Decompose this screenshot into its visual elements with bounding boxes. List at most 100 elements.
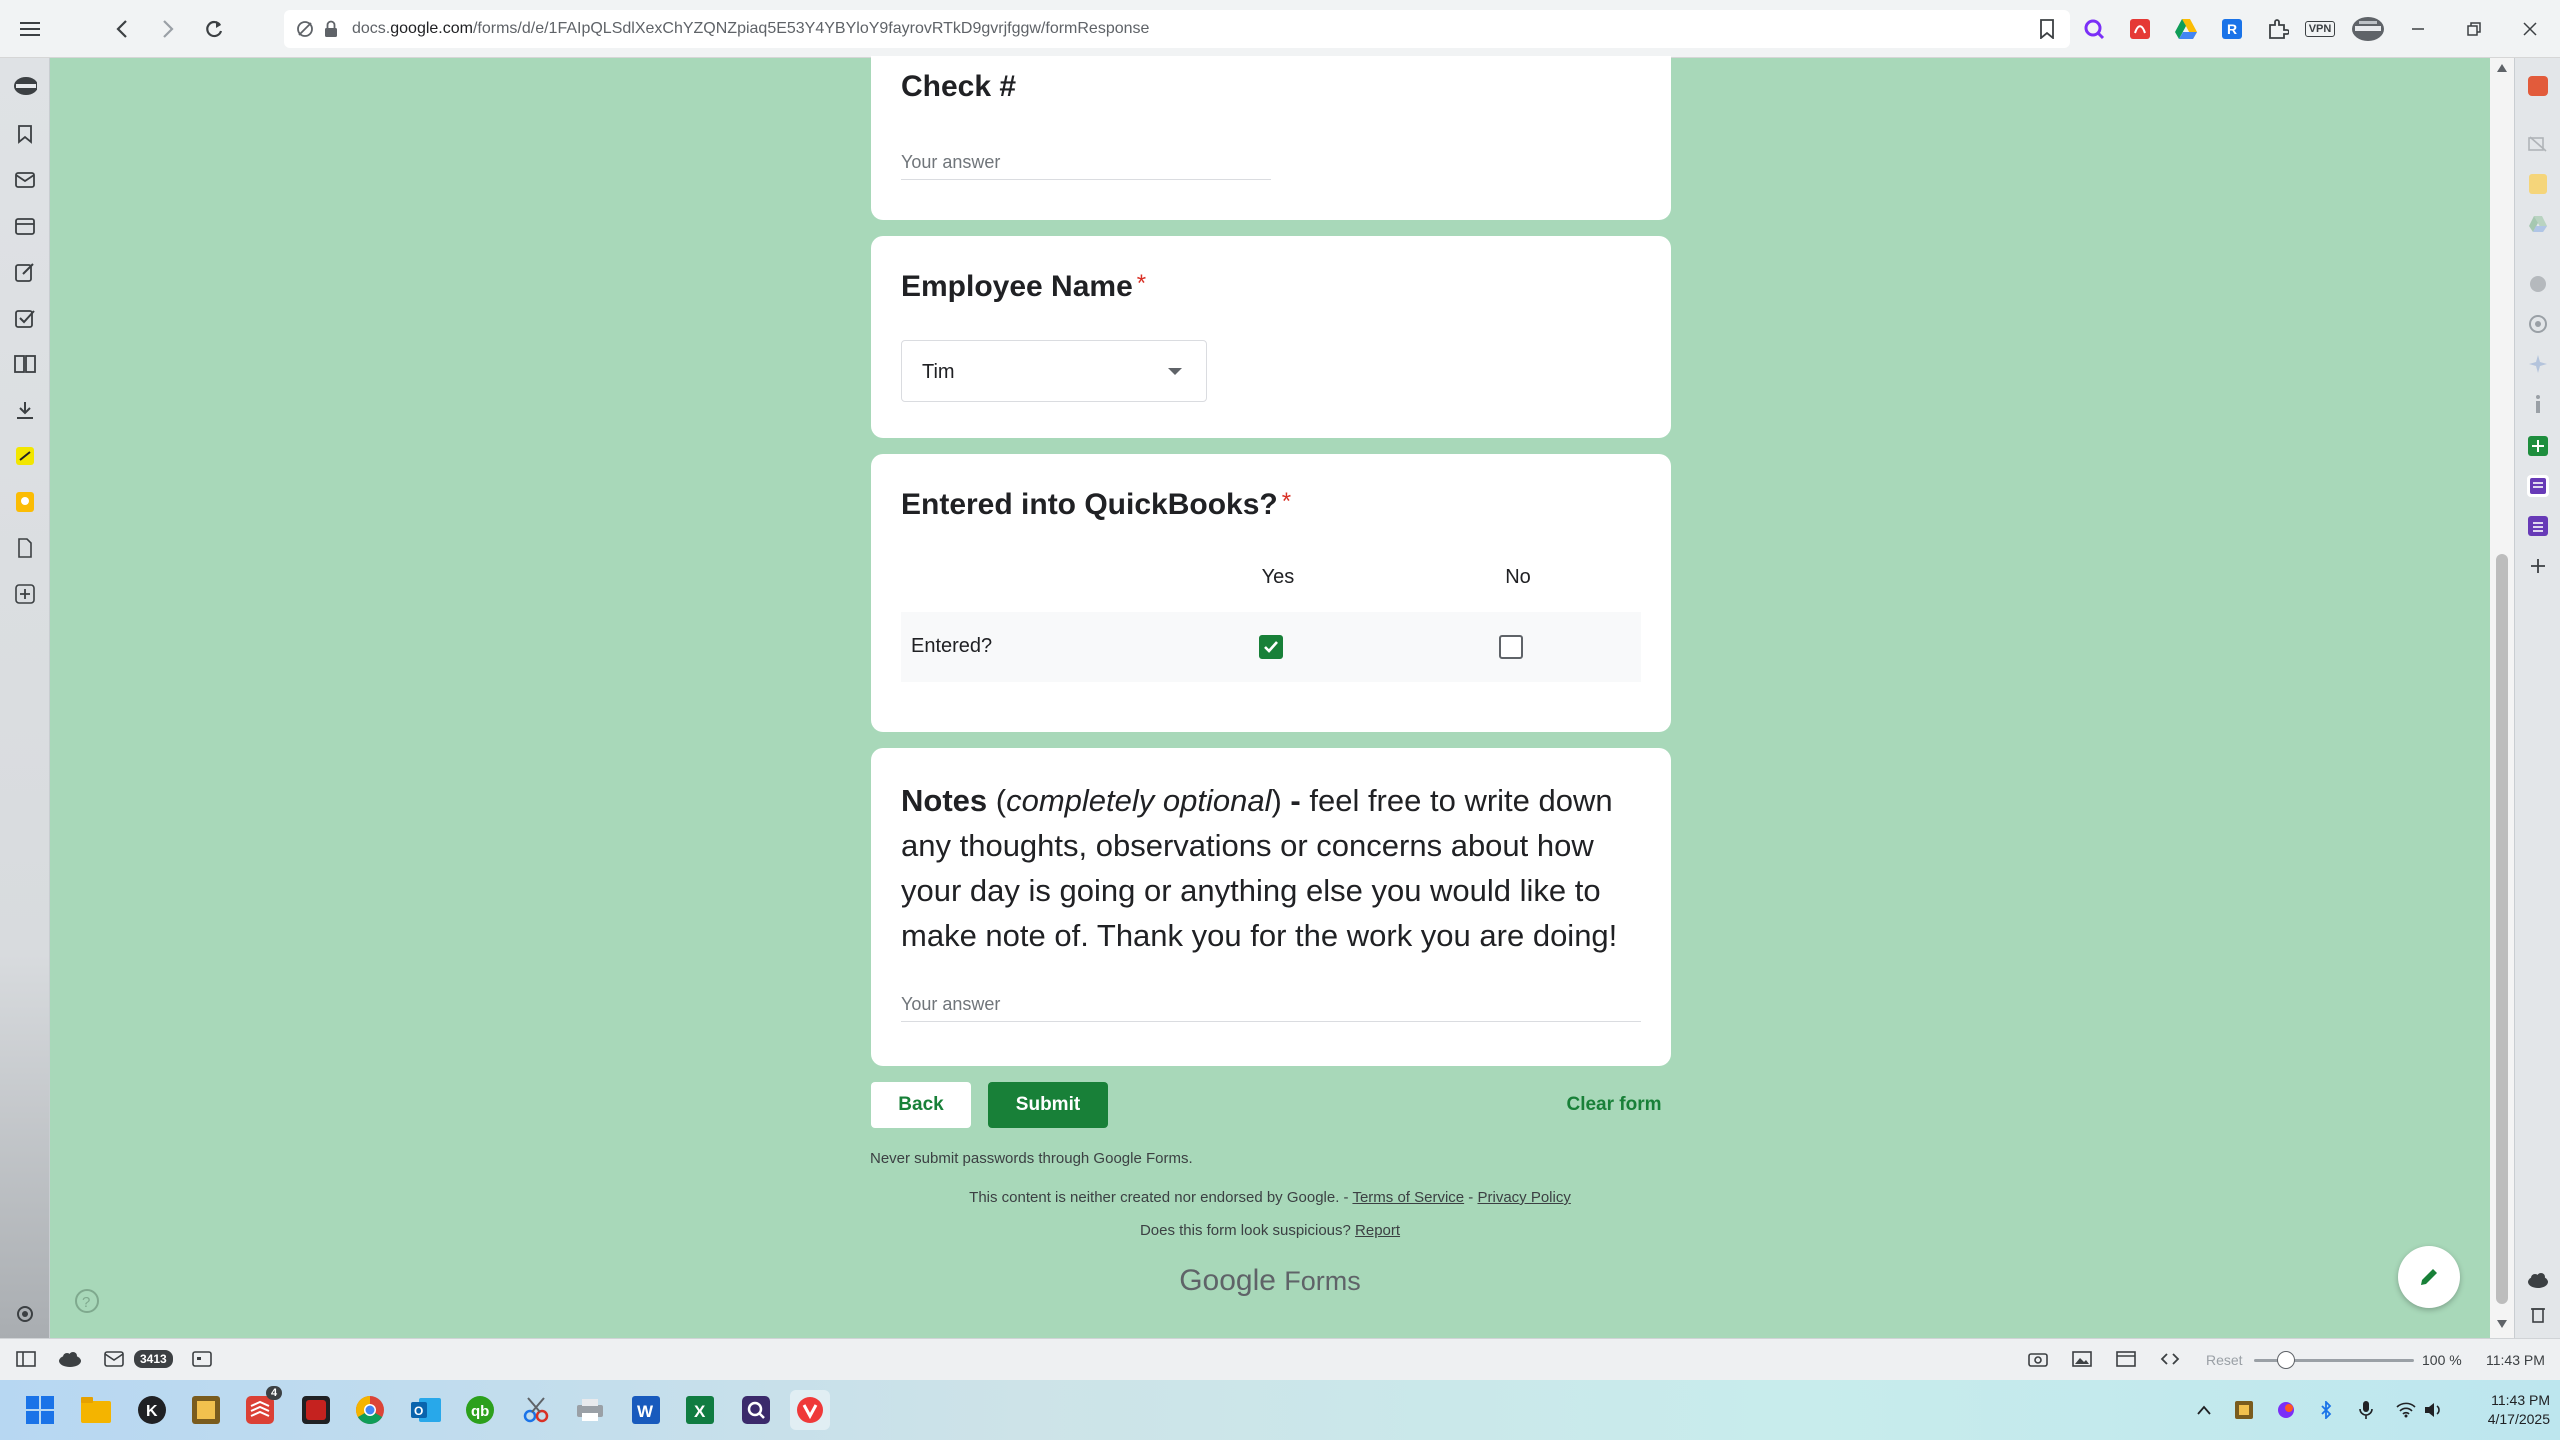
submit-button[interactable]: Submit bbox=[988, 1082, 1108, 1128]
app-todoist-icon[interactable]: 4 bbox=[240, 1386, 283, 1430]
edit-pencil-button[interactable] bbox=[2398, 1246, 2460, 1308]
extension-r-icon[interactable]: R bbox=[2218, 15, 2246, 43]
search-extension-icon[interactable] bbox=[2080, 15, 2108, 43]
panel-sparkle-icon[interactable] bbox=[2526, 352, 2550, 376]
page-tiling-icon[interactable] bbox=[2116, 1351, 2136, 1367]
scroll-down-arrow-icon[interactable] bbox=[2497, 1320, 2507, 1328]
vpn-icon[interactable]: VPN bbox=[2302, 15, 2338, 43]
sync-cloud-icon[interactable] bbox=[58, 1351, 82, 1367]
taskbar-clock[interactable]: 11:43 PM 4/17/2025 bbox=[2460, 1391, 2550, 1429]
back-nav-icon[interactable] bbox=[108, 15, 136, 43]
panel-forms-icon[interactable] bbox=[2526, 514, 2550, 538]
address-bar[interactable]: docs.google.com/forms/d/e/1FAIpQLSdlXexC… bbox=[284, 10, 2070, 48]
panel-keep-icon[interactable] bbox=[2526, 172, 2550, 196]
app-k-icon[interactable]: K bbox=[132, 1390, 172, 1430]
forward-nav-icon[interactable] bbox=[154, 15, 182, 43]
chrome-icon[interactable] bbox=[350, 1390, 390, 1430]
excel-icon[interactable]: X bbox=[680, 1390, 720, 1430]
bookmarks-icon[interactable] bbox=[13, 122, 37, 146]
minimize-icon[interactable] bbox=[2404, 15, 2432, 43]
yes-checkbox[interactable] bbox=[1259, 635, 1283, 659]
word-icon[interactable]: W bbox=[626, 1390, 666, 1430]
mail-status-icon[interactable] bbox=[104, 1351, 124, 1367]
snipping-tool-icon[interactable] bbox=[516, 1390, 556, 1430]
cloud-sync-icon[interactable] bbox=[2526, 1268, 2550, 1292]
profile-avatar-icon[interactable] bbox=[2350, 15, 2386, 43]
file-explorer-icon[interactable] bbox=[76, 1390, 116, 1430]
quickbooks-icon[interactable]: qb bbox=[460, 1390, 500, 1430]
scroll-up-arrow-icon[interactable] bbox=[2497, 64, 2507, 72]
calendar-icon[interactable] bbox=[13, 214, 37, 238]
panel-forms-active-icon[interactable] bbox=[2526, 474, 2550, 498]
panel-circle-icon[interactable] bbox=[2526, 272, 2550, 296]
panel-drive-icon[interactable] bbox=[2526, 212, 2550, 236]
notes-input[interactable]: Your answer bbox=[901, 986, 1641, 1022]
outlook-icon[interactable]: O bbox=[406, 1390, 446, 1430]
page-scrollbar[interactable] bbox=[2490, 58, 2514, 1338]
panel-sheets-icon[interactable] bbox=[2526, 434, 2550, 458]
terms-of-service-link[interactable]: Terms of Service bbox=[1352, 1189, 1464, 1206]
mail-icon[interactable] bbox=[13, 168, 37, 192]
dropdown-selected-value: Tim bbox=[922, 361, 955, 383]
zoom-slider[interactable] bbox=[2254, 1351, 2414, 1369]
tray-overflow-chevron-icon[interactable] bbox=[2194, 1400, 2214, 1420]
panel-info-icon[interactable] bbox=[2526, 392, 2550, 416]
google-drive-icon[interactable] bbox=[2172, 15, 2200, 43]
panel-toggle-icon[interactable] bbox=[16, 1351, 36, 1367]
capture-camera-icon[interactable] bbox=[2028, 1351, 2048, 1367]
add-web-panel-icon[interactable] bbox=[13, 582, 37, 606]
report-link[interactable]: Report bbox=[1355, 1222, 1400, 1239]
pdf-extension-icon[interactable] bbox=[2126, 15, 2154, 43]
bluetooth-icon[interactable] bbox=[2316, 1400, 2336, 1420]
url-text[interactable]: docs.google.com/forms/d/e/1FAIpQLSdlXexC… bbox=[352, 20, 1149, 38]
zoom-reset-button[interactable]: Reset bbox=[2206, 1352, 2243, 1368]
document-icon[interactable] bbox=[13, 536, 37, 560]
question-title: Employee Name * bbox=[901, 270, 1146, 304]
app-notebook-icon[interactable] bbox=[186, 1390, 226, 1430]
trash-icon[interactable] bbox=[2526, 1302, 2550, 1326]
web-panel-keep-icon[interactable] bbox=[13, 490, 37, 514]
tray-app-icon[interactable] bbox=[2234, 1400, 2254, 1420]
microphone-icon[interactable] bbox=[2356, 1400, 2376, 1420]
windows-start-icon[interactable] bbox=[20, 1390, 60, 1430]
check-number-input[interactable]: Your answer bbox=[901, 144, 1271, 180]
no-checkbox[interactable] bbox=[1499, 635, 1523, 659]
google-forms-logo[interactable]: Google Forms bbox=[0, 1264, 2540, 1298]
vivaldi-browser-icon[interactable] bbox=[790, 1390, 830, 1430]
notes-icon[interactable] bbox=[13, 260, 37, 284]
menu-icon[interactable] bbox=[16, 15, 44, 43]
reading-list-icon[interactable] bbox=[13, 352, 37, 376]
back-button[interactable]: Back bbox=[871, 1082, 971, 1128]
panel-vivaldi-icon[interactable] bbox=[2526, 74, 2550, 98]
zoom-slider-knob[interactable] bbox=[2277, 1351, 2295, 1369]
reload-icon[interactable] bbox=[200, 15, 228, 43]
url-host: google.com bbox=[390, 20, 473, 37]
site-settings-icon[interactable] bbox=[296, 20, 314, 38]
employee-name-dropdown[interactable]: Tim bbox=[901, 340, 1207, 402]
close-icon[interactable] bbox=[2516, 15, 2544, 43]
extensions-puzzle-icon[interactable] bbox=[2264, 15, 2292, 43]
tray-colorful-icon[interactable] bbox=[2276, 1400, 2296, 1420]
add-panel-icon[interactable] bbox=[2526, 554, 2550, 578]
windows-taskbar: K 4 O qb W X 11:43 PM 4/17/2025 bbox=[0, 1380, 2560, 1440]
bookmark-icon[interactable] bbox=[2040, 19, 2054, 39]
privacy-policy-link[interactable]: Privacy Policy bbox=[1477, 1189, 1570, 1206]
scrollbar-thumb[interactable] bbox=[2496, 554, 2508, 1304]
tasks-icon[interactable] bbox=[13, 306, 37, 330]
calendar-status-icon[interactable] bbox=[192, 1351, 212, 1367]
settings-gear-icon[interactable] bbox=[13, 1302, 37, 1326]
panel-mute-icon[interactable] bbox=[2526, 132, 2550, 156]
downloads-icon[interactable] bbox=[13, 398, 37, 422]
web-panel-yellow-icon[interactable] bbox=[13, 444, 37, 468]
app-red-icon[interactable] bbox=[296, 1390, 336, 1430]
restore-icon[interactable] bbox=[2460, 15, 2488, 43]
panel-openai-icon[interactable] bbox=[2526, 312, 2550, 336]
profile-icon[interactable] bbox=[13, 74, 37, 98]
app-search-purple-icon[interactable] bbox=[736, 1390, 776, 1430]
clear-form-button[interactable]: Clear form bbox=[1556, 1082, 1672, 1128]
printer-icon[interactable] bbox=[570, 1390, 610, 1430]
developer-tools-icon[interactable] bbox=[2160, 1351, 2180, 1367]
wifi-icon[interactable] bbox=[2396, 1400, 2416, 1420]
volume-icon[interactable] bbox=[2424, 1400, 2444, 1420]
image-toggle-icon[interactable] bbox=[2072, 1351, 2092, 1367]
